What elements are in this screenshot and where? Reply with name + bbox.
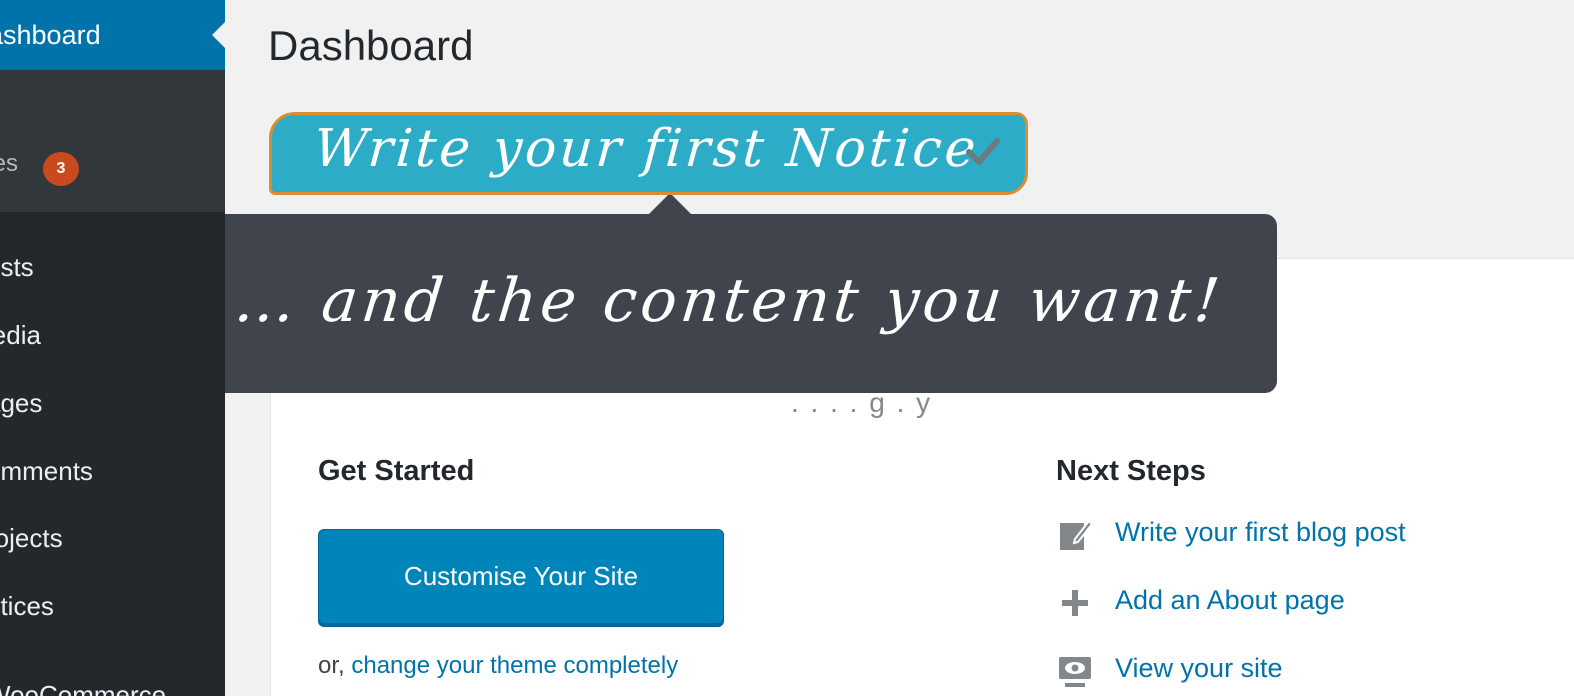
sidebar-item-notices[interactable]: otices — [0, 591, 54, 622]
or-prefix: or, — [318, 652, 352, 679]
page-title: Dashboard — [268, 22, 474, 69]
submenu-item-updates[interactable]: tes — [0, 150, 18, 178]
dashboard-submenu: e tes 3 — [0, 70, 225, 212]
notice-banner[interactable]: Write your first Notice — [269, 112, 1028, 195]
sidebar-item-posts[interactable]: osts — [0, 252, 34, 283]
step-label[interactable]: View your site — [1115, 653, 1283, 684]
current-menu-arrow — [212, 22, 225, 48]
sidebar-item-dashboard[interactable]: ashboard — [0, 0, 225, 70]
view-site-icon — [1059, 657, 1091, 687]
step-label[interactable]: Add an About page — [1115, 585, 1345, 616]
customise-site-button[interactable]: Customise Your Site — [318, 529, 724, 624]
plus-icon — [1062, 590, 1088, 616]
get-started-title: Get Started — [318, 455, 475, 487]
sidebar-item-pages[interactable]: ages — [0, 388, 42, 419]
next-steps-title: Next Steps — [1056, 455, 1206, 487]
sidebar-item-media[interactable]: ledia — [0, 320, 41, 351]
step-label[interactable]: Write your first blog post — [1115, 517, 1406, 548]
updates-count-badge: 3 — [43, 152, 79, 186]
checkmark-icon — [966, 138, 1000, 165]
callout-text: … and the content you want! — [231, 266, 1227, 336]
notice-text: Write your first Notice — [311, 119, 981, 179]
sidebar-item-woocommerce[interactable]: WooCommerce — [0, 680, 166, 696]
sidebar-item-comments[interactable]: omments — [0, 456, 93, 487]
tooltip-callout: … and the content you want! — [225, 214, 1277, 393]
callout-pointer — [648, 193, 692, 215]
admin-sidebar: ashboard e tes 3 osts ledia ages omments… — [0, 0, 225, 696]
change-theme-line: or, change your theme completely — [318, 652, 678, 680]
edit-icon — [1060, 519, 1093, 550]
sidebar-item-label: ashboard — [0, 20, 101, 50]
sidebar-item-projects[interactable]: rojects — [0, 523, 63, 554]
change-theme-link[interactable]: change your theme completely — [351, 652, 678, 679]
